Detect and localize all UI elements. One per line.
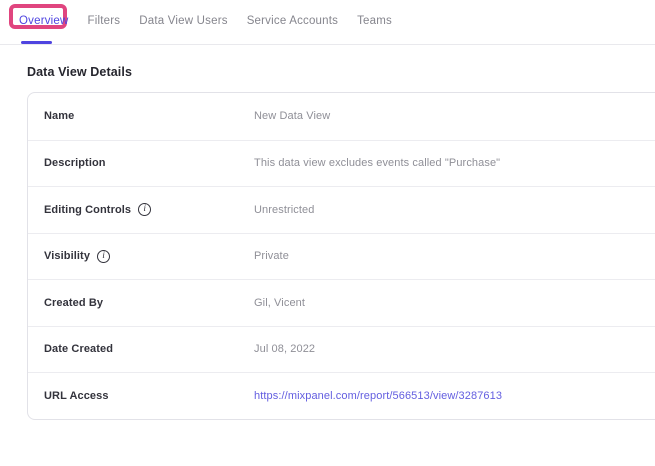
row-label-name: Name bbox=[44, 110, 74, 122]
row-value-name: New Data View bbox=[254, 110, 330, 122]
detail-row-created-by: Created By Gil, Vicent bbox=[28, 279, 655, 326]
row-label-editing-controls: Editing Controls bbox=[44, 204, 131, 216]
tab-bar: Overview Filters Data View Users Service… bbox=[0, 0, 655, 45]
row-label-visibility: Visibility bbox=[44, 250, 90, 262]
row-value-visibility: Private bbox=[254, 250, 289, 262]
detail-row-description: Description This data view excludes even… bbox=[28, 140, 655, 187]
row-value-created-by: Gil, Vicent bbox=[254, 297, 305, 309]
row-label-date-created: Date Created bbox=[44, 343, 113, 355]
row-label-created-by: Created By bbox=[44, 297, 103, 309]
tab-overview[interactable]: Overview bbox=[19, 15, 69, 27]
row-value-date-created: Jul 08, 2022 bbox=[254, 343, 315, 355]
row-label-description: Description bbox=[44, 157, 106, 169]
active-tab-underline bbox=[21, 41, 52, 44]
data-view-details-card: Name New Data View Description This data… bbox=[27, 92, 655, 420]
info-icon[interactable]: i bbox=[138, 203, 151, 216]
row-value-editing-controls: Unrestricted bbox=[254, 204, 315, 216]
section-title: Data View Details bbox=[27, 65, 655, 79]
tab-data-view-users[interactable]: Data View Users bbox=[139, 15, 227, 27]
row-label-url-access: URL Access bbox=[44, 390, 109, 402]
detail-row-name: Name New Data View bbox=[28, 93, 655, 140]
info-icon[interactable]: i bbox=[97, 250, 110, 263]
detail-row-url-access: URL Access https://mixpanel.com/report/5… bbox=[28, 372, 655, 419]
detail-row-visibility: Visibility i Private bbox=[28, 233, 655, 280]
tab-filters[interactable]: Filters bbox=[88, 15, 121, 27]
detail-row-editing-controls: Editing Controls i Unrestricted bbox=[28, 186, 655, 233]
tab-teams[interactable]: Teams bbox=[357, 15, 392, 27]
row-value-description: This data view excludes events called "P… bbox=[254, 157, 500, 169]
url-access-link[interactable]: https://mixpanel.com/report/566513/view/… bbox=[254, 390, 502, 402]
tab-service-accounts[interactable]: Service Accounts bbox=[247, 15, 338, 27]
detail-row-date-created: Date Created Jul 08, 2022 bbox=[28, 326, 655, 373]
